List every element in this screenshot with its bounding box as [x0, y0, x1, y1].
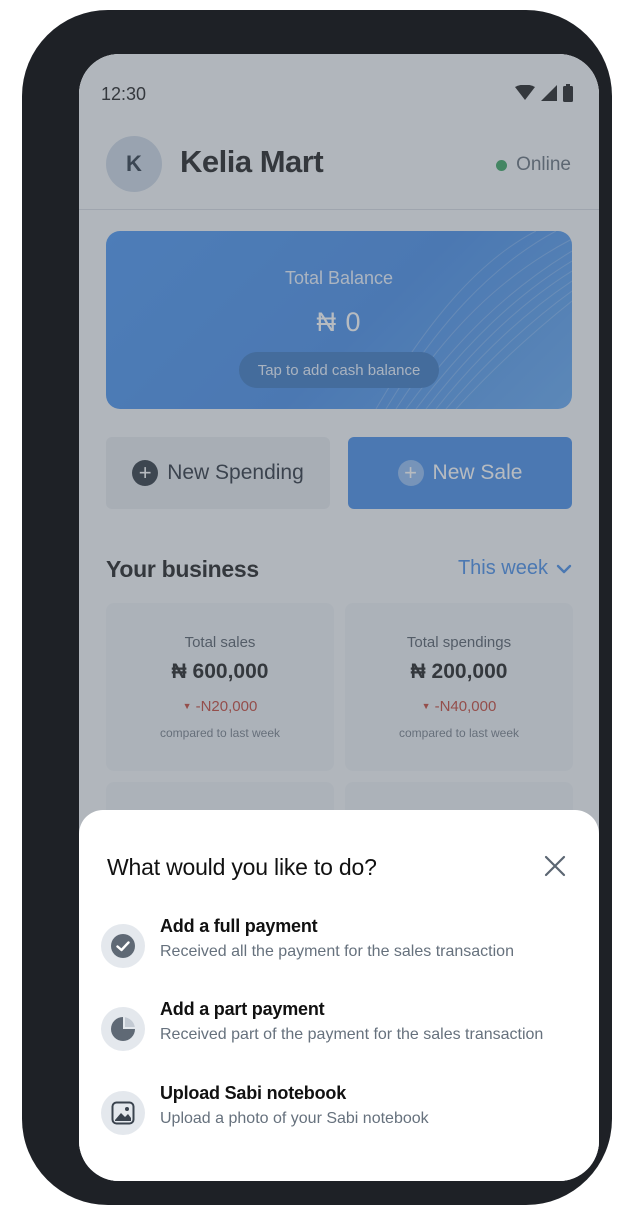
- option-title: Upload Sabi notebook: [160, 1083, 347, 1103]
- screen: 12:30 K Kelia Mart Online Total Balance …: [79, 54, 599, 1181]
- action-sheet: What would you like to do? Add a full pa…: [79, 810, 599, 1181]
- option-part-payment[interactable]: Add a part payment Received part of the …: [101, 999, 581, 1063]
- option-title: Add a part payment: [160, 999, 325, 1019]
- option-title: Add a full payment: [160, 916, 318, 936]
- option-subtitle: Received all the payment for the sales t…: [160, 943, 514, 960]
- phone-frame: 12:30 K Kelia Mart Online Total Balance …: [22, 10, 612, 1205]
- option-full-payment[interactable]: Add a full payment Received all the paym…: [101, 916, 581, 980]
- option-subtitle: Received part of the payment for the sal…: [160, 1026, 544, 1043]
- option-upload-notebook[interactable]: Upload Sabi notebook Upload a photo of y…: [101, 1083, 581, 1147]
- option-subtitle: Upload a photo of your Sabi notebook: [160, 1110, 429, 1127]
- sheet-title: What would you like to do?: [107, 854, 377, 880]
- close-icon[interactable]: [541, 852, 569, 880]
- pie-chart-icon: [101, 1007, 145, 1051]
- app-background: 12:30 K Kelia Mart Online Total Balance …: [79, 54, 599, 1181]
- check-circle-icon: [101, 924, 145, 968]
- image-icon: [101, 1091, 145, 1135]
